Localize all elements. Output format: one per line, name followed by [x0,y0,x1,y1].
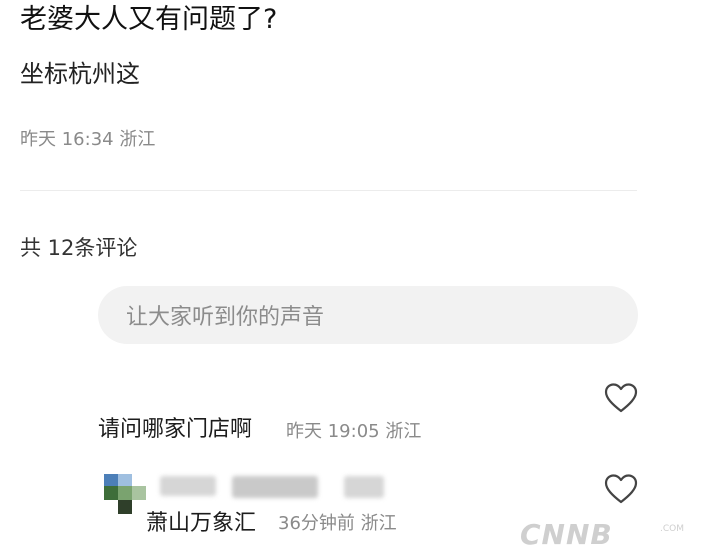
like-heart-icon[interactable] [604,383,638,413]
post-body: 坐标杭州这 [20,60,140,88]
comment-input[interactable]: 让大家听到你的声音 [98,286,638,344]
post-meta: 昨天 16:34 浙江 [20,129,156,150]
watermark-logo: CNNB [520,518,613,551]
blurred-username [232,476,318,498]
comment-meta: 36分钟前 浙江 [278,513,397,534]
avatar[interactable] [104,474,148,514]
comment-text: 请问哪家门店啊 [98,417,253,442]
like-heart-icon[interactable] [604,474,638,504]
divider [20,190,637,191]
post-title: 老婆大人又有问题了? [20,4,278,35]
blurred-username [160,476,216,496]
comment-text: 萧山万象汇 [146,511,257,536]
blurred-username [344,476,384,498]
comment-meta: 昨天 19:05 浙江 [286,421,422,442]
comment-count: 共 12条评论 [20,236,138,260]
watermark-suffix: .COM [660,524,684,534]
